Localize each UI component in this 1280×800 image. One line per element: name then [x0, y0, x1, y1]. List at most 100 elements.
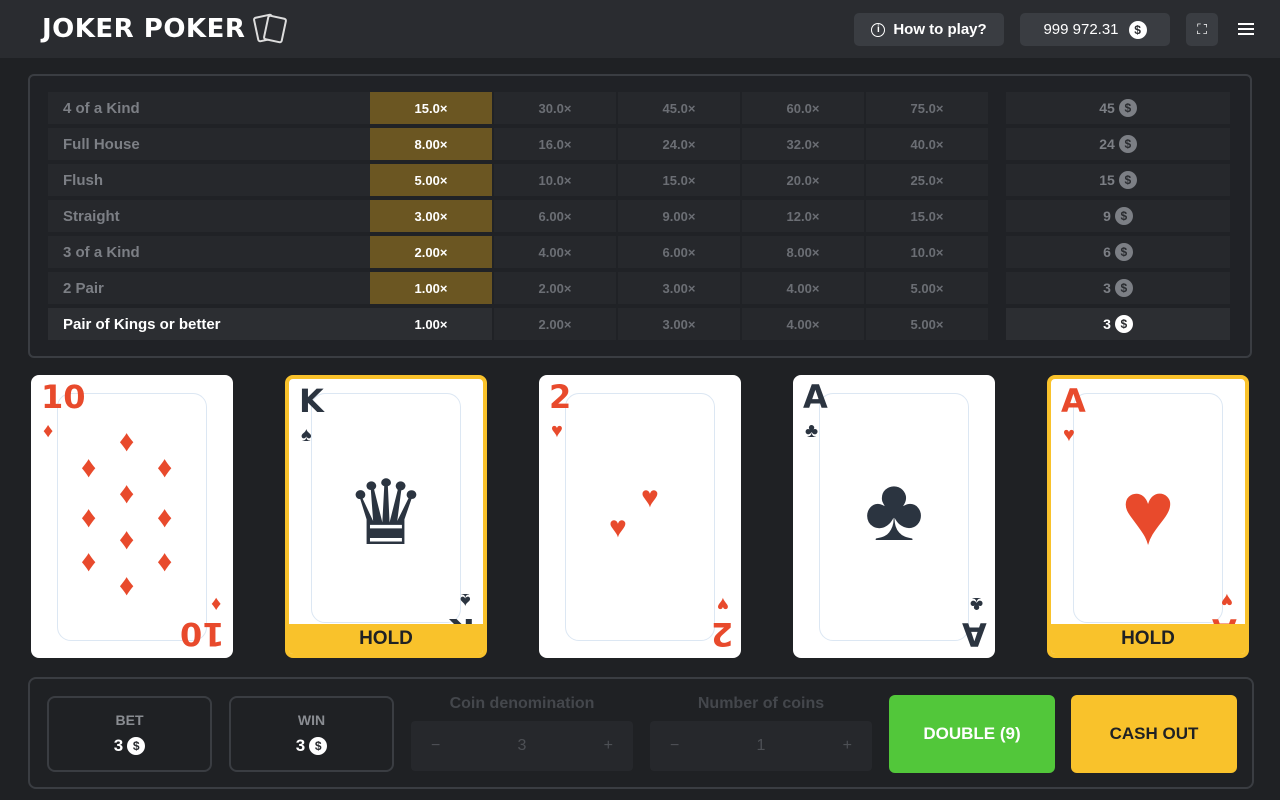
number-of-coins-stepper: − 1 +	[650, 721, 872, 771]
payout-coins-value: 45	[1099, 100, 1115, 116]
increase-denomination-button[interactable]: +	[604, 737, 613, 755]
payout-coins-cell: 24 $	[1006, 128, 1230, 160]
card-suit-icon: ♣	[805, 420, 819, 442]
multiplier-cell: 2.00×	[370, 236, 492, 268]
payout-coins-value: 3	[1103, 280, 1111, 296]
coin-icon: $	[309, 737, 328, 755]
card-pip: ♦	[119, 523, 135, 556]
card-rank-bottom: 2	[710, 615, 733, 653]
control-panel: BET 3 $ WIN 3 $ Coin denomination − 3 + …	[28, 677, 1254, 789]
coin-icon: $	[1118, 171, 1137, 189]
paytable-row: Flush 5.00× 10.0× 15.0× 20.0× 25.0× 15 $	[48, 164, 1230, 196]
win-box: WIN 3 $	[229, 696, 394, 772]
hold-badge: HOLD	[289, 624, 483, 654]
crown-icon: ♛	[345, 464, 427, 564]
card-rank: 10	[41, 378, 86, 416]
win-value: 3	[295, 736, 306, 755]
multiplier-cell: 9.00×	[618, 200, 740, 232]
payout-coins-cell: 15 $	[1006, 164, 1230, 196]
hold-badge: HOLD	[1051, 624, 1245, 654]
multiplier-cell: 20.0×	[742, 164, 864, 196]
multiplier-cell: 75.0×	[866, 92, 988, 124]
hand-name: Full House	[48, 128, 370, 160]
decrease-coins-button[interactable]: −	[670, 737, 679, 755]
fullscreen-button[interactable]: ⛶	[1186, 13, 1218, 46]
increase-coins-button[interactable]: +	[843, 737, 852, 755]
card-rank: K	[299, 382, 324, 420]
balance-display: 999 972.31 $	[1020, 13, 1170, 46]
paytable-row: 4 of a Kind 15.0× 30.0× 45.0× 60.0× 75.0× 45 $	[48, 92, 1230, 124]
win-label: WIN	[297, 712, 326, 728]
decrease-denomination-button[interactable]: −	[431, 737, 440, 755]
card-rank: A	[803, 378, 828, 416]
double-button[interactable]: DOUBLE (9)	[889, 695, 1055, 773]
multiplier-cell: 40.0×	[866, 128, 988, 160]
playing-card[interactable]: A ♣ A ♣ ♣	[793, 375, 995, 658]
card-pip: ♥	[609, 511, 627, 544]
paytable-row: 3 of a Kind 2.00× 4.00× 6.00× 8.00× 10.0× 6 $	[48, 236, 1230, 268]
menu-button[interactable]	[1232, 18, 1260, 40]
paytable-row: Straight 3.00× 6.00× 9.00× 12.0× 15.0× 9 $	[48, 200, 1230, 232]
multiplier-cell: 5.00×	[866, 272, 988, 304]
card-rank-bottom: 10	[180, 615, 225, 653]
multiplier-cell: 4.00×	[742, 308, 864, 340]
cash-out-button[interactable]: CASH OUT	[1071, 695, 1237, 773]
balance-value: 999 972.31	[1043, 21, 1119, 38]
card-frame	[565, 393, 715, 641]
payout-coins-cell: 3 $	[1006, 272, 1230, 304]
coin-icon: $	[1128, 20, 1147, 39]
multiplier-cell: 45.0×	[618, 92, 740, 124]
card-rank: 2	[549, 378, 572, 416]
hand-name: Pair of Kings or better	[48, 308, 370, 340]
multiplier-cell: 3.00×	[370, 200, 492, 232]
playing-card[interactable]: A♥A♥♥HOLD	[1047, 375, 1249, 658]
card-pip: ♦	[81, 501, 97, 534]
multiplier-cell: 16.0×	[494, 128, 616, 160]
hand-name: Straight	[48, 200, 370, 232]
card-pip: ♦	[81, 451, 97, 484]
coin-denomination-label: Coin denomination	[449, 695, 595, 712]
multiplier-cell: 5.00×	[370, 164, 492, 196]
multiplier-cell: 2.00×	[494, 308, 616, 340]
card-suit-icon-bottom: ♥	[717, 593, 729, 615]
payout-coins-cell: 9 $	[1006, 200, 1230, 232]
logo: JOKER POKER	[42, 13, 289, 44]
bet-value-wrap: 3 $	[114, 736, 146, 756]
payout-coins-value: 6	[1103, 244, 1111, 260]
multiplier-cell: 24.0×	[618, 128, 740, 160]
paytable-row: Pair of Kings or better 1.00× 2.00× 3.00× 4.…	[48, 308, 1230, 340]
hamburger-icon	[1238, 20, 1254, 38]
cards-icon	[252, 13, 289, 44]
multiplier-cell: 5.00×	[866, 308, 988, 340]
number-of-coins-value: 1	[756, 737, 766, 754]
hand-name: 4 of a Kind	[48, 92, 370, 124]
playing-card[interactable]: K♠K♠♛HOLD	[285, 375, 487, 658]
coin-icon: $	[1118, 99, 1137, 117]
multiplier-cell: 6.00×	[618, 236, 740, 268]
card-pip: ♦	[119, 569, 135, 602]
win-value-wrap: 3 $	[295, 736, 328, 756]
coin-icon: $	[1114, 315, 1133, 333]
multiplier-cell: 30.0×	[494, 92, 616, 124]
bet-box: BET 3 $	[47, 696, 212, 772]
multiplier-cell: 4.00×	[494, 236, 616, 268]
how-to-play-label: How to play?	[893, 21, 987, 38]
multiplier-cell: 15.0×	[866, 200, 988, 232]
coin-icon: $	[1114, 279, 1133, 297]
card-suit-icon: ♦	[43, 420, 54, 442]
playing-card[interactable]: 2 ♥ 2 ♥ ♥ ♥	[539, 375, 741, 658]
payout-coins-cell: 3 $	[1006, 308, 1230, 340]
multiplier-cell: 15.0×	[370, 92, 492, 124]
hand-name: 3 of a Kind	[48, 236, 370, 268]
playing-card[interactable]: 10 ♦ 10 ♦ ♦ ♦ ♦ ♦ ♦ ♦ ♦ ♦ ♦ ♦	[31, 375, 233, 658]
fullscreen-icon: ⛶	[1197, 21, 1207, 37]
card-pip: ♦	[119, 425, 135, 458]
multiplier-cell: 32.0×	[742, 128, 864, 160]
payout-coins-value: 24	[1099, 136, 1115, 152]
coin-icon: $	[1114, 243, 1133, 261]
payout-coins-value: 15	[1099, 172, 1115, 188]
how-to-play-button[interactable]: i How to play?	[854, 13, 1004, 46]
multiplier-cell: 4.00×	[742, 272, 864, 304]
paytable: 4 of a Kind 15.0× 30.0× 45.0× 60.0× 75.0× 45 $ F…	[28, 74, 1252, 358]
multiplier-cell: 25.0×	[866, 164, 988, 196]
